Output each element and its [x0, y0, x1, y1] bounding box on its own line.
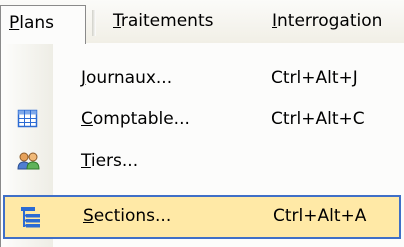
menu-item-journaux-text: ournaux... [86, 68, 173, 88]
menu-traitements-label: raitements [120, 11, 214, 31]
people-icon [17, 151, 40, 171]
menu-item-tiers[interactable]: Tiers... [1, 140, 404, 182]
menu-traitements-accel: T [113, 11, 121, 31]
sections-tree-icon [19, 206, 41, 228]
menu-item-comptable-text: omptable... [92, 109, 190, 129]
menu-item-sections-text: ections... [93, 206, 172, 226]
menu-plans[interactable]: Plans [0, 5, 86, 44]
menu-separator [92, 10, 96, 36]
menu-item-comptable-label: Comptable... [81, 98, 190, 140]
grid-table-icon [17, 109, 39, 129]
menu-plans-accel: P [9, 13, 20, 33]
menu-interrogation[interactable]: Interrogation [272, 4, 382, 38]
menu-item-tiers-accel: T [81, 151, 91, 171]
menu-item-sections-label: Sections... [83, 195, 171, 237]
menu-item-journaux[interactable]: Journaux... Ctrl+Alt+J [1, 57, 404, 99]
menu-plans-label: lans [19, 13, 55, 33]
menu-traitements[interactable]: Traitements [113, 4, 213, 38]
menu-interrogation-label: nterrogation [277, 11, 383, 31]
menu-item-journaux-shortcut: Ctrl+Alt+J [271, 68, 358, 88]
menu-item-journaux-label: Journaux... [81, 57, 172, 99]
menu-item-tiers-label: Tiers... [81, 140, 138, 182]
menu-bar: Plans Traitements Interrogation [0, 0, 404, 44]
menu-item-comptable[interactable]: Comptable... Ctrl+Alt+C [1, 98, 404, 140]
menu-item-sections-accel: S [83, 206, 94, 226]
menu-item-sections-shortcut: Ctrl+Alt+A [273, 206, 367, 226]
plans-dropdown-menu: Journaux... Ctrl+Alt+J Comptable... Ctrl… [0, 43, 404, 247]
menu-item-tiers-text: iers... [90, 151, 139, 171]
menu-item-comptable-shortcut: Ctrl+Alt+C [271, 109, 365, 129]
menu-item-sections[interactable]: Sections... Ctrl+Alt+A [3, 195, 401, 239]
menu-item-comptable-accel: C [81, 109, 93, 129]
